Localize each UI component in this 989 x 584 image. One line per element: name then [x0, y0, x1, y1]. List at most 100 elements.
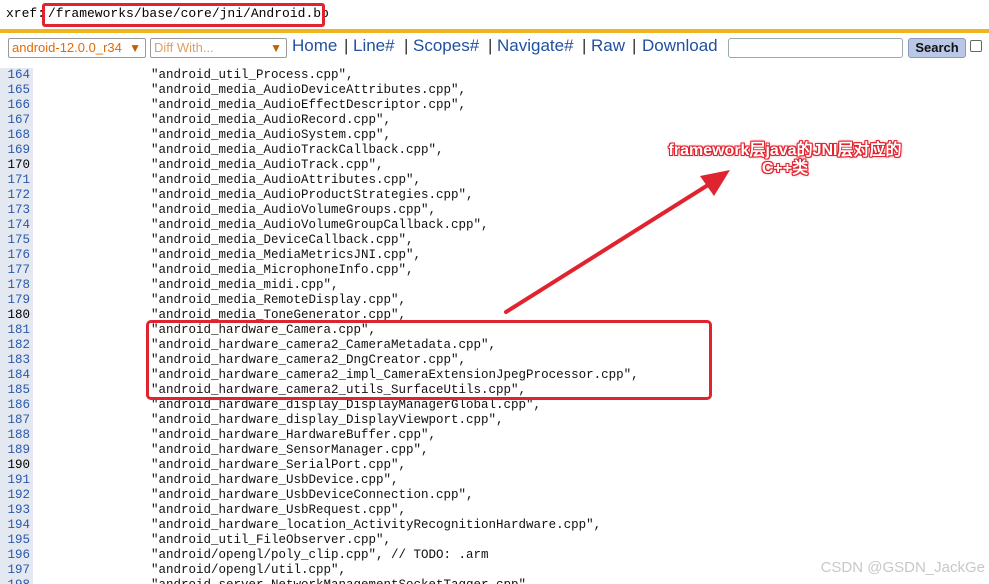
- line-number-link[interactable]: 167: [0, 113, 30, 128]
- annotation-line-2: C++类: [761, 160, 809, 177]
- search-option-checkbox[interactable]: [970, 40, 982, 52]
- code-line: 189 "android_hardware_SensorManager.cpp",: [0, 443, 989, 458]
- line-number-link[interactable]: 180: [0, 308, 30, 323]
- code-text: "android_media_AudioProductStrategies.cp…: [151, 188, 474, 202]
- code-line: 179 "android_media_RemoteDisplay.cpp",: [0, 293, 989, 308]
- code-line: 186 "android_hardware_display_DisplayMana…: [0, 398, 989, 413]
- code-text: "android_media_AudioVolumeGroups.cpp",: [151, 203, 437, 217]
- line-number-link[interactable]: 174: [0, 218, 30, 233]
- code-line: 193 "android_hardware_UsbRequest.cpp",: [0, 503, 989, 518]
- code-line: 172 "android_media_AudioProductStrategies…: [0, 188, 989, 203]
- code-line: 198 "android_server_NetworkManagementSock…: [0, 578, 989, 584]
- code-line: 168 "android_media_AudioSystem.cpp",: [0, 128, 989, 143]
- line-number-link[interactable]: 197: [0, 563, 30, 578]
- code-line: 164 "android_util_Process.cpp",: [0, 68, 989, 83]
- code-text: "android_hardware_UsbRequest.cpp",: [151, 503, 407, 517]
- diff-select[interactable]: Diff With... ▼: [150, 38, 287, 58]
- line-number-link[interactable]: 194: [0, 518, 30, 533]
- code-text: "android_media_AudioEffectDescriptor.cpp…: [151, 98, 467, 112]
- code-line: 191 "android_hardware_UsbDevice.cpp",: [0, 473, 989, 488]
- nav-separator: |: [582, 36, 587, 55]
- code-text: "android_media_MediaMetricsJNI.cpp",: [151, 248, 422, 262]
- code-line: 166 "android_media_AudioEffectDescriptor.…: [0, 98, 989, 113]
- line-number-link[interactable]: 165: [0, 83, 30, 98]
- line-number-link[interactable]: 198: [0, 578, 30, 584]
- code-line: 177 "android_media_MicrophoneInfo.cpp",: [0, 263, 989, 278]
- code-text: "android_media_AudioRecord.cpp",: [151, 113, 392, 127]
- code-text: "android_hardware_location_ActivityRecog…: [151, 518, 602, 532]
- code-text: "android_hardware_display_DisplayViewpor…: [151, 413, 504, 427]
- line-number-link[interactable]: 177: [0, 263, 30, 278]
- line-number-link[interactable]: 190: [0, 458, 30, 473]
- code-text: "android/opengl/poly_clip.cpp", // TODO:…: [151, 548, 489, 562]
- line-number-link[interactable]: 176: [0, 248, 30, 263]
- revision-select-value: android-12.0.0_r34: [12, 40, 122, 55]
- chevron-down-icon: ▼: [129, 41, 141, 55]
- code-text: "android_hardware_HardwareBuffer.cpp",: [151, 428, 437, 442]
- nav-home-link[interactable]: Home: [292, 36, 337, 56]
- line-number-link[interactable]: 191: [0, 473, 30, 488]
- nav-navigate-link[interactable]: Navigate#: [497, 36, 574, 56]
- line-number-link[interactable]: 175: [0, 233, 30, 248]
- line-number-link[interactable]: 193: [0, 503, 30, 518]
- line-number-link[interactable]: 168: [0, 128, 30, 143]
- line-number-link[interactable]: 185: [0, 383, 30, 398]
- code-line: 178 "android_media_midi.cpp",: [0, 278, 989, 293]
- chevron-down-icon: ▼: [270, 41, 282, 55]
- xref-bar: xref: /frameworks/base/core/jni/Android.…: [0, 0, 989, 30]
- line-number-link[interactable]: 178: [0, 278, 30, 293]
- line-number-link[interactable]: 179: [0, 293, 30, 308]
- code-line: 187 "android_hardware_display_DisplayView…: [0, 413, 989, 428]
- code-line: 190 "android_hardware_SerialPort.cpp",: [0, 458, 989, 473]
- code-text: "android_media_MicrophoneInfo.cpp",: [151, 263, 414, 277]
- code-text: "android_media_DeviceCallback.cpp",: [151, 233, 414, 247]
- code-text: "android_hardware_SensorManager.cpp",: [151, 443, 429, 457]
- line-number-link[interactable]: 169: [0, 143, 30, 158]
- code-text: "android_server_NetworkManagementSocketT…: [151, 578, 534, 584]
- code-text: "android_media_AudioTrackCallback.cpp",: [151, 143, 444, 157]
- code-text: "android_media_RemoteDisplay.cpp",: [151, 293, 407, 307]
- nav-scopes-link[interactable]: Scopes#: [413, 36, 479, 56]
- code-text: "android_media_AudioDeviceAttributes.cpp…: [151, 83, 467, 97]
- nav-raw-link[interactable]: Raw: [591, 36, 625, 56]
- line-number-link[interactable]: 171: [0, 173, 30, 188]
- code-text: "android_media_AudioTrack.cpp",: [151, 158, 384, 172]
- line-number-link[interactable]: 186: [0, 398, 30, 413]
- toolbar: android-12.0.0_r34 ▼ Diff With... ▼ Home…: [0, 33, 989, 63]
- code-line: 192 "android_hardware_UsbDeviceConnection…: [0, 488, 989, 503]
- line-number-link[interactable]: 196: [0, 548, 30, 563]
- line-number-link[interactable]: 187: [0, 413, 30, 428]
- code-text: "android_media_midi.cpp",: [151, 278, 339, 292]
- line-number-link[interactable]: 184: [0, 368, 30, 383]
- line-number-link[interactable]: 183: [0, 353, 30, 368]
- line-number-link[interactable]: 192: [0, 488, 30, 503]
- nav-line-link[interactable]: Line#: [353, 36, 395, 56]
- line-number-link[interactable]: 188: [0, 428, 30, 443]
- code-text: "android_hardware_display_DisplayManager…: [151, 398, 542, 412]
- line-number-link[interactable]: 173: [0, 203, 30, 218]
- diff-select-value: Diff With...: [154, 40, 214, 55]
- line-number-link[interactable]: 182: [0, 338, 30, 353]
- line-number-link[interactable]: 189: [0, 443, 30, 458]
- line-number-link[interactable]: 164: [0, 68, 30, 83]
- xref-highlight-box: [42, 3, 325, 27]
- line-number-link[interactable]: 172: [0, 188, 30, 203]
- revision-select[interactable]: android-12.0.0_r34 ▼: [8, 38, 146, 58]
- code-text: "android_util_FileObserver.cpp",: [151, 533, 392, 547]
- code-text: "android_hardware_UsbDevice.cpp",: [151, 473, 399, 487]
- code-line: 195 "android_util_FileObserver.cpp",: [0, 533, 989, 548]
- nav-separator: |: [344, 36, 349, 55]
- search-input[interactable]: [728, 38, 903, 58]
- code-line: 167 "android_media_AudioRecord.cpp",: [0, 113, 989, 128]
- line-number-link[interactable]: 195: [0, 533, 30, 548]
- watermark: CSDN @GSDN_JackGe: [820, 559, 985, 576]
- search-button[interactable]: Search: [908, 38, 966, 58]
- nav-separator: |: [404, 36, 409, 55]
- code-text: "android/opengl/util.cpp",: [151, 563, 347, 577]
- line-number-link[interactable]: 170: [0, 158, 30, 173]
- code-text: "android_media_AudioVolumeGroupCallback.…: [151, 218, 489, 232]
- nav-separator: |: [488, 36, 493, 55]
- line-number-link[interactable]: 166: [0, 98, 30, 113]
- line-number-link[interactable]: 181: [0, 323, 30, 338]
- nav-download-link[interactable]: Download: [642, 36, 718, 56]
